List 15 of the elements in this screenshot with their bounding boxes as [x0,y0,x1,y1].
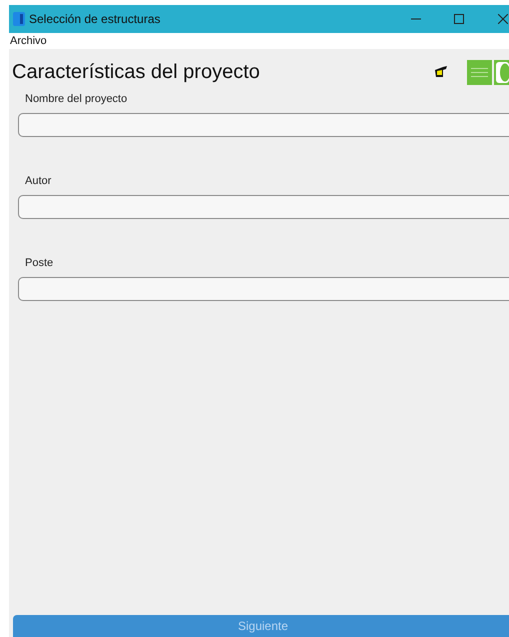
input-field[interactable] [18,195,509,219]
input-field[interactable] [18,277,509,301]
close-icon[interactable] [498,14,508,24]
maximize-icon[interactable] [454,14,464,24]
menu-item[interactable]: Archivo [9,32,48,50]
field-label: Autor [25,174,52,188]
app-icon [13,12,25,26]
window-title: Selección de estructuras [29,11,160,28]
input-field[interactable] [18,113,509,137]
hand-logo-icon [434,65,448,79]
field-label: Nombre del proyecto [25,92,128,106]
leaf-logo-icon [494,60,509,84]
page-heading: Características del proyecto [12,60,260,85]
field-label: Poste [25,256,54,270]
university-logo-icon [467,60,492,84]
